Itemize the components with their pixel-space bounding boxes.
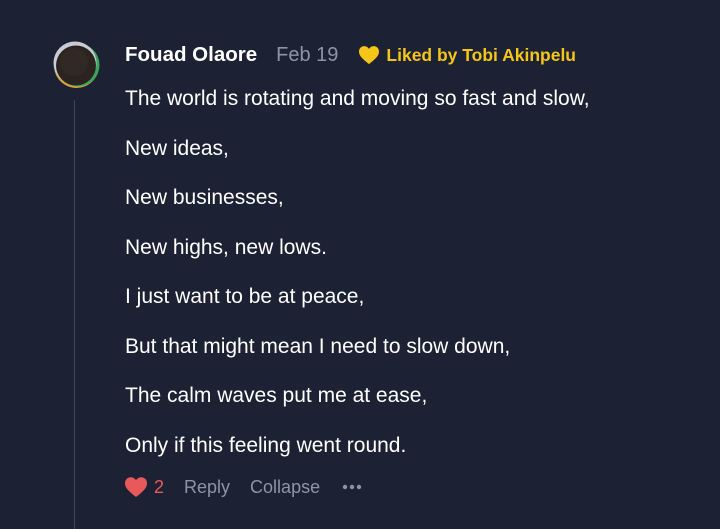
collapse-button[interactable]: Collapse [250, 477, 320, 498]
comment-line: Only if this feeling went round. [125, 433, 407, 457]
like-button[interactable]: 2 [124, 476, 164, 498]
reply-button[interactable]: Reply [184, 477, 230, 498]
heart-icon [125, 477, 147, 497]
avatar-image [53, 41, 100, 88]
comment-header: Fouad Olaore Feb 19 Liked by Tobi Akinpe… [125, 40, 576, 70]
liked-by-text: Liked by Tobi Akinpelu [386, 44, 577, 65]
comment-line: But that might mean I need to slow down, [125, 334, 511, 358]
comment-actions: 2 Reply Collapse [124, 473, 362, 501]
comment-line: New businesses, [125, 186, 284, 209]
comment-line: New ideas, [125, 136, 229, 160]
comment-line: The calm waves put me at ease, [125, 384, 428, 407]
comment-line: I just want to be at peace, [125, 285, 365, 308]
comment-line: The world is rotating and moving so fast… [125, 87, 590, 110]
heart-icon [359, 46, 380, 65]
avatar[interactable] [52, 41, 100, 89]
author-name[interactable]: Fouad Olaore [125, 43, 257, 67]
ellipsis-icon [342, 484, 362, 490]
comment-body: The world is rotating and moving so fast… [125, 83, 715, 479]
like-count: 2 [154, 476, 165, 497]
more-options-button[interactable] [342, 483, 362, 491]
comment-line: New highs, new lows. [125, 235, 327, 259]
comment-date[interactable]: Feb 19 [276, 44, 338, 67]
thread-line [74, 100, 75, 529]
liked-by-badge: Liked by Tobi Akinpelu [358, 45, 576, 66]
